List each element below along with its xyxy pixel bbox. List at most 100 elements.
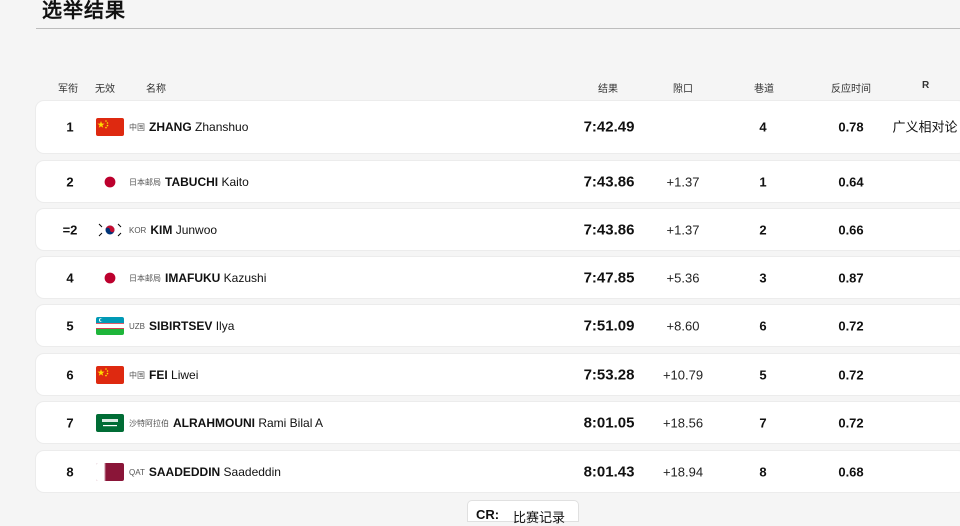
noc-code: 日本邮局: [129, 177, 161, 187]
table-row[interactable]: 1 中国 ZHANG Zhanshuo 7:42.49 4 0.78 广义相对论: [36, 101, 960, 153]
noc-code: UZB: [129, 321, 145, 331]
result-time: 7:53.28: [583, 366, 635, 383]
rank-cell: 1: [66, 119, 74, 135]
rank-cell: 5: [66, 318, 74, 333]
col-header-lane: 巷道: [754, 84, 774, 95]
reaction-time: 0.78: [838, 119, 864, 135]
rank-cell: 4: [66, 270, 74, 285]
lane-number: 6: [759, 318, 767, 333]
china-flag-icon: [96, 365, 124, 384]
time-gap: +10.79: [662, 367, 704, 382]
athlete-name[interactable]: 中国 FEI Liwei: [129, 368, 198, 382]
athlete-given-name: Junwoo: [175, 222, 218, 237]
athlete-surname: SIBIRTSEV: [149, 318, 213, 333]
athlete-given-name: Liwei: [171, 367, 199, 382]
athlete-surname: KIM: [150, 222, 173, 237]
reaction-time: 0.72: [838, 415, 864, 430]
noc-code: 中国: [129, 370, 145, 380]
lane-number: 8: [759, 464, 767, 479]
japan-flag-icon: [96, 268, 124, 287]
athlete-surname: FEI: [149, 367, 168, 382]
athlete-given-name: Ilya: [215, 318, 235, 333]
time-gap: +1.37: [666, 174, 700, 189]
result-time: 8:01.05: [583, 414, 635, 431]
result-time: 8:01.43: [583, 463, 635, 480]
athlete-name[interactable]: 沙特阿拉伯 ALRAHMOUNI Rami Bilal A: [129, 416, 323, 430]
athlete-name[interactable]: UZB SIBIRTSEV Ilya: [129, 319, 234, 333]
col-header-gap: 隙口: [673, 84, 693, 95]
athlete-given-name: Zhanshuo: [195, 120, 249, 134]
result-time: 7:43.86: [583, 173, 635, 190]
athlete-given-name: Kazushi: [223, 270, 267, 285]
reaction-time: 0.72: [838, 318, 864, 333]
athlete-surname: IMAFUKU: [165, 270, 221, 285]
athlete-name[interactable]: 日本邮局 IMAFUKU Kazushi: [129, 271, 266, 285]
reaction-time: 0.66: [838, 222, 864, 237]
col-header-remark: R: [922, 80, 930, 91]
athlete-surname: ALRAHMOUNI: [173, 415, 255, 430]
qatar-flag-icon: [96, 462, 124, 481]
legend-tab: CR: 比赛记录: [468, 501, 578, 525]
athlete-name[interactable]: KOR KIM Junwoo: [129, 223, 217, 237]
athlete-surname: SAADEDDIN: [148, 464, 221, 479]
time-gap: +18.94: [662, 464, 704, 479]
result-time: 7:51.09: [583, 317, 635, 334]
table-row[interactable]: 5 UZB SIBIRTSEV Ilya 7:51.09 +8.60 6 0.72: [36, 305, 960, 346]
athlete-surname: ZHANG: [149, 120, 192, 134]
page-title: 选举结果: [42, 0, 126, 22]
title-divider: [36, 28, 960, 29]
china-flag-icon: [96, 118, 124, 136]
legend-value: 比赛记录: [513, 510, 566, 525]
table-row[interactable]: 6 中国 FEI Liwei 7:53.28 +10.79 5 0.72: [36, 354, 960, 395]
col-header-result: 结果: [598, 84, 618, 95]
reaction-time: 0.87: [838, 270, 864, 285]
table-row[interactable]: 7 沙特阿拉伯 ALRAHMOUNI Rami Bilal A 8:01.05 +…: [36, 402, 960, 443]
table-row[interactable]: 2 日本邮局 TABUCHI Kaito 7:43.86 +1.37 1 0.64: [36, 161, 960, 202]
lane-number: 4: [759, 119, 767, 135]
saudi-arabia-flag-icon: [96, 413, 124, 432]
table-row[interactable]: 4 日本邮局 IMAFUKU Kazushi 7:47.85 +5.36 3 0.…: [36, 257, 960, 298]
col-header-reaction-time: 反应时间: [831, 84, 871, 95]
japan-flag-icon: [96, 172, 124, 191]
rank-cell: 6: [66, 367, 74, 382]
table-row[interactable]: =2 KOR KIM Junwoo 7:43.86 +1.37 2 0.66: [36, 209, 960, 250]
athlete-name[interactable]: 中国 ZHANG Zhanshuo: [129, 120, 248, 134]
lane-number: 2: [759, 222, 767, 237]
lane-number: 3: [759, 270, 767, 285]
time-gap: +1.37: [666, 222, 700, 237]
athlete-given-name: Kaito: [221, 174, 249, 189]
noc-code: 日本邮局: [129, 273, 161, 283]
result-time: 7:42.49: [583, 118, 635, 136]
rank-cell: 2: [66, 174, 74, 189]
athlete-surname: TABUCHI: [165, 174, 219, 189]
reaction-time: 0.72: [838, 367, 864, 382]
time-gap: +8.60: [666, 318, 700, 333]
athlete-given-name: Rami Bilal A: [258, 415, 324, 430]
col-header-name: 名称: [146, 84, 166, 95]
rank-cell: 8: [66, 464, 74, 479]
rank-cell: 7: [66, 415, 74, 430]
lane-number: 7: [759, 415, 767, 430]
col-header-rank: 军衔: [58, 84, 78, 95]
result-time: 7:47.85: [583, 269, 635, 286]
rank-cell: =2: [62, 222, 78, 237]
col-header-invalid: 无效: [95, 84, 115, 95]
uzbekistan-flag-icon: [96, 316, 124, 335]
lane-number: 1: [759, 174, 767, 189]
noc-code: KOR: [129, 225, 147, 235]
table-row[interactable]: 8 QAT SAADEDDIN Saadeddin 8:01.43 +18.94 …: [36, 451, 960, 492]
time-gap: +5.36: [666, 270, 700, 285]
noc-code: 中国: [129, 123, 145, 132]
noc-code: QAT: [129, 467, 145, 477]
reaction-time: 0.68: [838, 464, 864, 479]
korea-flag-icon: [96, 220, 124, 239]
remark-cell: 广义相对论: [892, 119, 958, 135]
noc-code: 沙特阿拉伯: [129, 418, 169, 428]
time-gap: +18.56: [662, 415, 704, 430]
reaction-time: 0.64: [838, 174, 864, 189]
athlete-name[interactable]: QAT SAADEDDIN Saadeddin: [129, 465, 281, 479]
athlete-given-name: Saadeddin: [223, 464, 281, 479]
lane-number: 5: [759, 367, 767, 382]
result-time: 7:43.86: [583, 221, 635, 238]
athlete-name[interactable]: 日本邮局 TABUCHI Kaito: [129, 175, 249, 189]
